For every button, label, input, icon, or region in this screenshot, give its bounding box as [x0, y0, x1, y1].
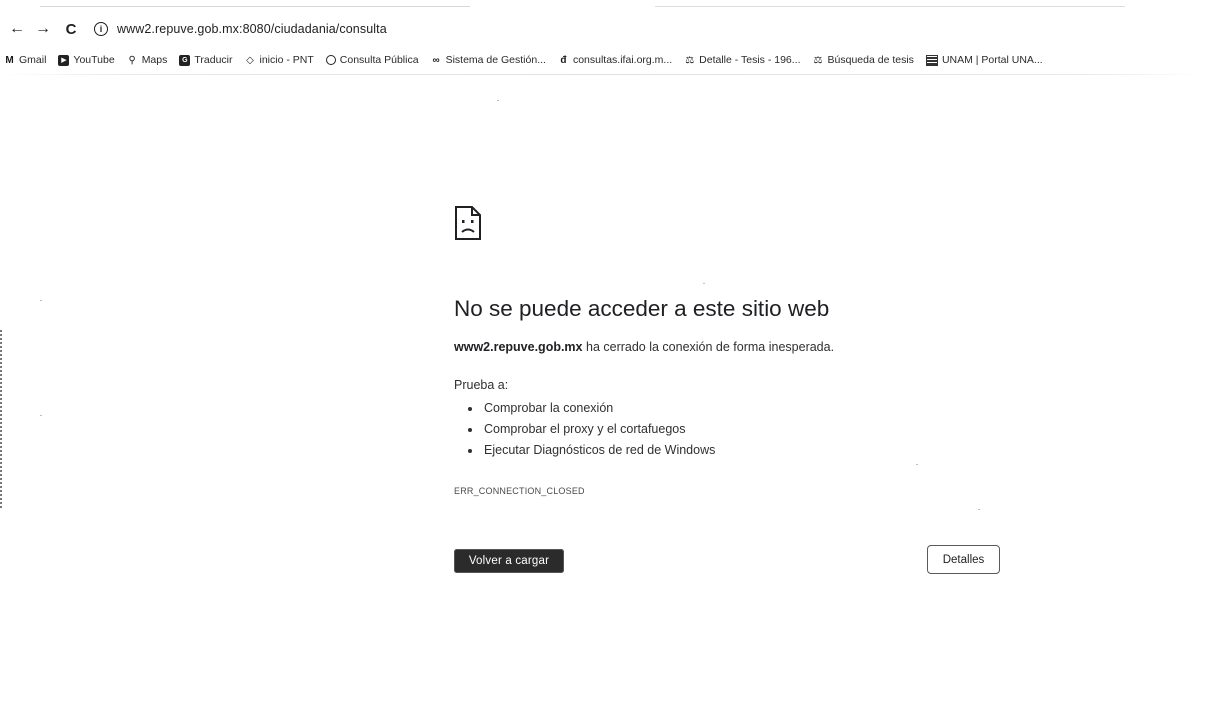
translate-icon: G — [179, 54, 191, 66]
gmail-icon: M — [5, 54, 14, 66]
link-icon: ∞ — [432, 54, 440, 66]
bookmark-sistema-gestion[interactable]: ∞ Sistema de Gestión... — [431, 54, 546, 66]
error-code: ERR_CONNECTION_CLOSED — [454, 486, 585, 496]
bookmark-label: Búsqueda de tesis — [827, 54, 914, 66]
bookmark-gmail[interactable]: M Gmail — [4, 54, 46, 66]
bullet-icon — [468, 448, 472, 453]
bullet-icon — [468, 406, 472, 411]
bookmark-label: Sistema de Gestión... — [445, 54, 546, 66]
site-info-icon[interactable]: i — [94, 22, 108, 36]
omnibox[interactable]: i www2.repuve.gob.mx:8080/ciudadania/con… — [94, 18, 387, 40]
bookmark-label: Maps — [141, 54, 168, 66]
bookmark-pnt[interactable]: ◇ inicio - PNT — [245, 54, 314, 66]
bookmark-traducir[interactable]: G Traducir — [179, 54, 233, 66]
suggestion-link[interactable]: Ejecutar Diagnósticos de red de Windows — [484, 440, 715, 461]
bookmark-label: Detalle - Tesis - 196... — [699, 54, 801, 66]
list-item[interactable]: Ejecutar Diagnósticos de red de Windows — [468, 440, 715, 461]
forward-arrow-icon[interactable]: → — [32, 18, 54, 40]
bookmark-label: Consulta Pública — [339, 54, 419, 66]
bookmark-label: YouTube — [73, 54, 115, 66]
bookmark-label: Gmail — [19, 54, 47, 66]
reload-button[interactable]: Volver a cargar — [454, 549, 564, 573]
suggestions-heading: Prueba a: — [454, 378, 509, 392]
bookmark-detalle-tesis[interactable]: ⚖ Detalle - Tesis - 196... — [684, 54, 800, 66]
bookmark-youtube[interactable]: ▶ YouTube — [58, 54, 115, 66]
suggestions-list: Comprobar la conexión Comprobar el proxy… — [468, 398, 715, 461]
list-item: Comprobar la conexión — [468, 398, 715, 419]
bookmark-busqueda-tesis[interactable]: ⚖ Búsqueda de tesis — [813, 54, 914, 66]
address-bar: ← → C i www2.repuve.gob.mx:8080/ciudadan… — [0, 16, 1205, 42]
scjn-icon: ⚖ — [813, 54, 823, 66]
error-description: www2.repuve.gob.mx ha cerrado la conexió… — [454, 340, 834, 354]
document-icon: đ — [560, 54, 567, 66]
bookmark-maps[interactable]: ⚲ Maps — [127, 54, 168, 66]
scan-artifact — [655, 6, 1125, 7]
scan-artifact — [40, 6, 470, 7]
bookmark-label: Traducir — [194, 54, 233, 66]
unam-icon — [925, 54, 938, 66]
bookmarks-bar: M Gmail ▶ YouTube ⚲ Maps G Traducir ◇ inicio … — [4, 50, 1205, 70]
bookmark-consulta-publica[interactable]: Consulta Pública — [325, 54, 419, 66]
scan-artifact — [916, 464, 918, 465]
bookmark-unam[interactable]: UNAM | Portal UNA... — [925, 54, 1043, 66]
pnt-icon: ◇ — [246, 54, 254, 66]
reload-icon[interactable]: C — [60, 18, 82, 40]
youtube-icon: ▶ — [58, 54, 70, 66]
suggestion-text: Comprobar la conexión — [484, 401, 614, 415]
scan-artifact — [40, 300, 42, 301]
suggestion-text: Comprobar el proxy y el cortafuegos — [484, 422, 686, 436]
scan-artifact — [497, 100, 499, 101]
list-item: Comprobar el proxy y el cortafuegos — [468, 419, 715, 440]
scan-artifact — [978, 509, 980, 510]
bookmark-label: UNAM | Portal UNA... — [941, 54, 1043, 66]
scan-artifact — [40, 415, 42, 416]
details-button[interactable]: Detalles — [927, 545, 1000, 574]
bookmark-consultas-ifai[interactable]: đ consultas.ifai.org.m... — [558, 54, 672, 66]
bullet-icon — [468, 427, 472, 432]
bookmark-label: inicio - PNT — [259, 54, 314, 66]
error-host: www2.repuve.gob.mx — [454, 340, 583, 354]
bookmark-label: consultas.ifai.org.m... — [572, 54, 673, 66]
maps-icon: ⚲ — [128, 54, 136, 66]
scan-artifact — [0, 330, 2, 510]
toolbar-divider — [0, 74, 1205, 75]
error-title: No se puede acceder a este sitio web — [454, 296, 830, 321]
scan-artifact — [703, 283, 705, 284]
scjn-icon: ⚖ — [685, 54, 695, 66]
back-arrow-icon[interactable]: ← — [6, 18, 28, 40]
error-message: ha cerrado la conexión de forma inespera… — [582, 340, 835, 354]
globe-icon — [325, 55, 336, 65]
sad-page-icon — [455, 206, 481, 240]
url-text[interactable]: www2.repuve.gob.mx:8080/ciudadania/consu… — [117, 22, 387, 36]
